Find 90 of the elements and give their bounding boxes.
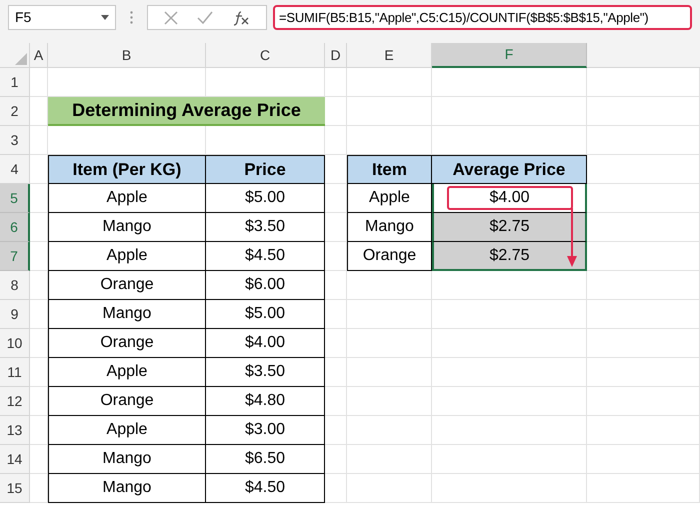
row-header[interactable]: 9 <box>0 300 30 329</box>
empty-cell <box>30 416 48 445</box>
empty-cell <box>325 271 347 300</box>
name-box[interactable]: F5 <box>8 5 116 30</box>
table-cell: Apple <box>48 242 206 271</box>
empty-cell <box>30 242 48 271</box>
empty-cell <box>30 126 48 155</box>
table-cell: Orange <box>48 271 206 300</box>
empty-cell <box>325 474 347 503</box>
table-cell: $4.50 <box>206 474 325 503</box>
cell-value: $2.75 <box>489 246 530 266</box>
table-cell: Orange <box>48 387 206 416</box>
row-header[interactable]: 12 <box>0 387 30 416</box>
column-heading[interactable]: F <box>432 43 587 68</box>
cell-value: $4.00 <box>446 186 572 210</box>
empty-cell <box>325 387 347 416</box>
cancel-icon[interactable] <box>164 10 178 24</box>
empty-cell <box>30 184 48 213</box>
row-header[interactable]: 8 <box>0 271 30 300</box>
table-cell: $5.00 <box>206 300 325 329</box>
table-cell: $3.50 <box>206 213 325 242</box>
empty-cell <box>30 213 48 242</box>
row-header[interactable]: 13 <box>0 416 30 445</box>
empty-cell <box>325 97 347 126</box>
table-cell: Mango <box>48 213 206 242</box>
empty-cell <box>325 329 347 358</box>
select-all-corner[interactable] <box>0 43 30 68</box>
table-cell[interactable]: $2.75 <box>432 213 587 242</box>
table-cell: Apple <box>48 358 206 387</box>
empty-cell <box>325 126 347 155</box>
empty-cell <box>325 184 347 213</box>
table-cell[interactable]: $2.75 <box>432 242 587 271</box>
empty-cell <box>325 358 347 387</box>
row-header[interactable]: 7 <box>0 242 30 271</box>
column-header: Item <box>347 155 432 184</box>
table-cell[interactable]: $4.00 <box>432 184 587 213</box>
more-icon <box>130 11 133 24</box>
column-heading[interactable]: D <box>325 43 347 68</box>
column-heading[interactable]: A <box>30 43 48 68</box>
row-header[interactable]: 6 <box>0 213 30 242</box>
formula-field[interactable]: =SUMIF(B5:B15,"Apple",C5:C15)/COUNTIF($B$5:$B$15,"Apple") <box>273 5 692 30</box>
empty-cell <box>325 445 347 474</box>
table-cell: Mango <box>48 445 206 474</box>
empty-cell <box>30 329 48 358</box>
row-header[interactable]: 3 <box>0 126 30 155</box>
table-cell: Apple <box>48 184 206 213</box>
row-header[interactable]: 11 <box>0 358 30 387</box>
empty-cell <box>325 416 347 445</box>
dropdown-icon <box>101 15 109 20</box>
row-header[interactable]: 14 <box>0 445 30 474</box>
table-cell: Mango <box>48 474 206 503</box>
column-header: Average Price <box>432 155 587 184</box>
arrow-icon <box>566 208 578 268</box>
table-cell: $6.00 <box>206 271 325 300</box>
empty-cell <box>30 300 48 329</box>
column-header: Item (Per KG) <box>48 155 206 184</box>
row-header[interactable]: 5 <box>0 184 30 213</box>
column-heading[interactable]: B <box>48 43 206 68</box>
empty-cell <box>30 358 48 387</box>
column-header: Price <box>206 155 325 184</box>
empty-cell <box>325 300 347 329</box>
check-icon[interactable] <box>196 11 213 24</box>
table-cell: $4.80 <box>206 387 325 416</box>
row-header[interactable]: 1 <box>0 68 30 97</box>
table-cell: $5.00 <box>206 184 325 213</box>
row-header[interactable]: 10 <box>0 329 30 358</box>
empty-cell <box>325 242 347 271</box>
sheet-title: Determining Average Price <box>48 97 325 126</box>
corner-triangle-icon <box>15 53 27 65</box>
empty-cell <box>30 271 48 300</box>
cell-value: $2.75 <box>489 217 530 237</box>
table-cell: Apple <box>48 416 206 445</box>
column-heading[interactable] <box>587 43 700 68</box>
empty-cell <box>30 445 48 474</box>
row-header[interactable]: 2 <box>0 97 30 126</box>
column-heading[interactable]: E <box>347 43 432 68</box>
column-heading[interactable]: C <box>206 43 325 68</box>
row-header[interactable]: 4 <box>0 155 30 184</box>
table-cell: $3.00 <box>206 416 325 445</box>
row-header[interactable]: 15 <box>0 474 30 503</box>
table-cell: Orange <box>48 329 206 358</box>
empty-cell <box>30 474 48 503</box>
table-cell: $3.50 <box>206 358 325 387</box>
table-cell: Mango <box>48 300 206 329</box>
function-icon[interactable] <box>232 10 250 26</box>
table-cell: $4.00 <box>206 329 325 358</box>
empty-cell <box>325 213 347 242</box>
table-cell: $4.50 <box>206 242 325 271</box>
table-cell: $6.50 <box>206 445 325 474</box>
empty-cell <box>30 387 48 416</box>
